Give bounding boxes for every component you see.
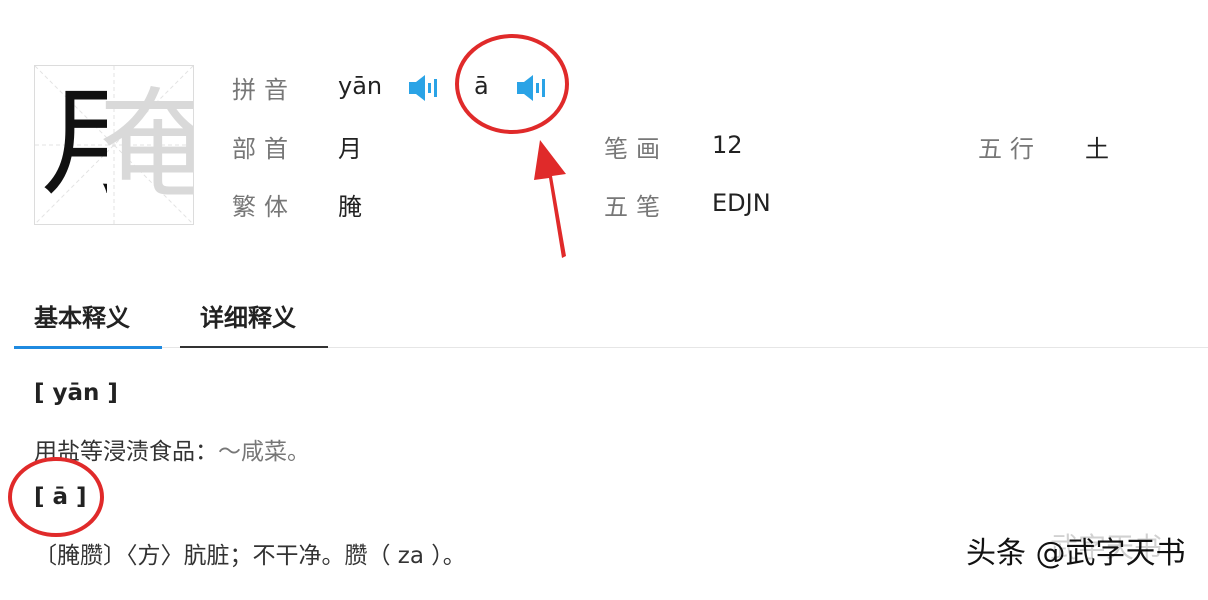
pronunciation-heading: [ yān ] xyxy=(34,380,118,406)
wubi-label: 五笔 xyxy=(604,193,668,221)
wubi-value: EDJN xyxy=(712,189,771,217)
radical-label: 部首 xyxy=(232,135,296,163)
definition-example: ～咸菜。 xyxy=(218,439,310,465)
pronunciation-heading: [ ā ] xyxy=(34,484,87,510)
strokes-label: 笔画 xyxy=(604,135,668,163)
tab-basic-definition[interactable]: 基本释义 xyxy=(34,298,130,333)
wuxing-label: 五行 xyxy=(978,135,1042,163)
character-ghost: 奄 xyxy=(99,80,193,210)
strokes-value: 12 xyxy=(712,131,743,159)
tab-detailed-definition[interactable]: 详细释义 xyxy=(200,298,296,333)
pinyin-value-1: yān xyxy=(338,72,383,100)
character-display: 奄 月 xyxy=(34,65,194,225)
pinyin-value-2: ā xyxy=(474,72,489,100)
definition-body: 〔腌臜〕〈方〉肮脏；不干净。臜（ za ）。 xyxy=(34,543,466,569)
annotation-arrow xyxy=(534,140,566,258)
tab-active-underline xyxy=(14,346,162,349)
pinyin-label: 拼音 xyxy=(232,76,296,104)
definition-text: 〔腌臜〕〈方〉肮脏；不干净。臜（ za ）。 xyxy=(34,536,466,570)
definition-text: 用盐等浸渍食品：～咸菜。 xyxy=(34,432,310,466)
speaker-icon[interactable] xyxy=(516,74,548,102)
character-radical-stroke: 月 xyxy=(41,78,107,208)
radical-value: 月 xyxy=(338,135,362,163)
speaker-icon[interactable] xyxy=(408,74,440,102)
tab-underline xyxy=(180,346,328,348)
wuxing-value: 土 xyxy=(1085,135,1109,163)
definition-body: 用盐等浸渍食品： xyxy=(34,439,218,465)
traditional-label: 繁体 xyxy=(232,193,296,221)
watermark-ghost: 武字天书 xyxy=(1050,531,1163,564)
traditional-value: 腌 xyxy=(338,193,362,221)
